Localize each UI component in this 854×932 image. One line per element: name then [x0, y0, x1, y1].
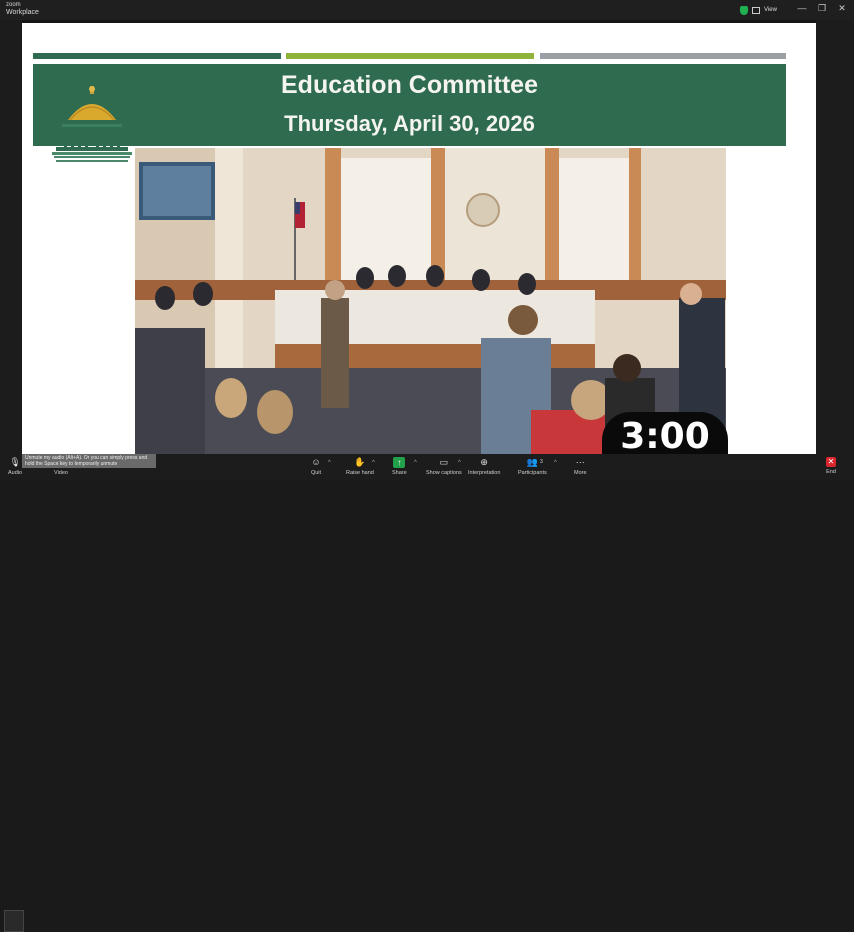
interpretation-label: Interpretation	[468, 470, 501, 476]
raise-hand-label: Raise hand	[346, 470, 374, 476]
end-label: End	[826, 469, 836, 475]
participants-options-caret[interactable]: ^	[554, 460, 557, 466]
minimize-button[interactable]: —	[796, 3, 808, 13]
stage-left-margin	[0, 20, 22, 454]
quit-options-caret[interactable]: ^	[328, 460, 331, 466]
more-label: More	[574, 470, 587, 476]
more-button[interactable]: ⋯ More	[574, 457, 587, 479]
hand-icon: ✋	[354, 457, 366, 467]
stripe-dark-green	[33, 53, 281, 59]
title-bar: zoom Workplace View — ❐ ✕	[0, 0, 854, 20]
quit-icon: ☺	[311, 457, 321, 467]
show-captions-label: Show captions	[426, 470, 462, 476]
audio-label: Audio	[8, 470, 23, 476]
captions-icon: ▭	[439, 457, 449, 467]
captions-options-caret[interactable]: ^	[458, 460, 461, 466]
quit-button[interactable]: ☺ Quit	[310, 457, 322, 479]
view-button[interactable]: View	[740, 4, 777, 16]
stripe-light-green	[286, 53, 534, 59]
participants-count: 3	[540, 459, 543, 465]
shared-screen: Education Committee Thursday, April 30, …	[22, 23, 816, 454]
more-icon: ⋯	[575, 457, 585, 467]
meeting-room-photo	[135, 148, 726, 454]
share-button[interactable]: ↑ Share	[392, 457, 407, 479]
video-label: Video	[54, 470, 68, 476]
close-button[interactable]: ✕	[836, 3, 848, 14]
share-screen-icon: ↑	[393, 457, 406, 468]
participants-icon: 👥	[526, 457, 538, 467]
shield-icon	[740, 5, 748, 15]
stripe-gray	[540, 53, 786, 59]
stage-right-margin	[816, 20, 854, 454]
raise-hand-options-caret[interactable]: ^	[372, 460, 375, 466]
slide-banner: Education Committee Thursday, April 30, …	[33, 64, 786, 146]
audio-button[interactable]	[4, 910, 24, 932]
app-name-line2: Workplace	[6, 9, 39, 16]
quit-label: Quit	[310, 470, 322, 476]
app-name-line1: zoom	[6, 2, 21, 8]
share-label: Share	[392, 470, 407, 476]
end-call-icon: ✕	[826, 457, 836, 467]
capitol-logo	[52, 86, 132, 162]
share-options-caret[interactable]: ^	[414, 460, 417, 466]
end-button[interactable]: ✕ End	[826, 457, 836, 479]
app-logo: zoom Workplace	[6, 2, 39, 17]
grid-icon	[752, 6, 760, 14]
slide-title: Education Committee	[281, 71, 538, 99]
show-captions-button[interactable]: ▭ Show captions	[426, 457, 462, 479]
maximize-button[interactable]: ❐	[816, 3, 828, 14]
view-label: View	[764, 7, 777, 13]
unmute-tooltip: Unmute my audio (Alt+A). Or you can simp…	[22, 454, 156, 468]
slide-date: Thursday, April 30, 2026	[284, 111, 535, 136]
participants-label: Participants	[518, 470, 547, 476]
audio-control[interactable]: 🎙 Audio	[8, 457, 22, 479]
microphone-muted-icon: 🎙	[9, 457, 21, 467]
raise-hand-button[interactable]: ✋ Raise hand	[346, 457, 374, 479]
interpretation-button[interactable]: ⊕ Interpretation	[468, 457, 500, 479]
globe-icon: ⊕	[480, 457, 488, 467]
